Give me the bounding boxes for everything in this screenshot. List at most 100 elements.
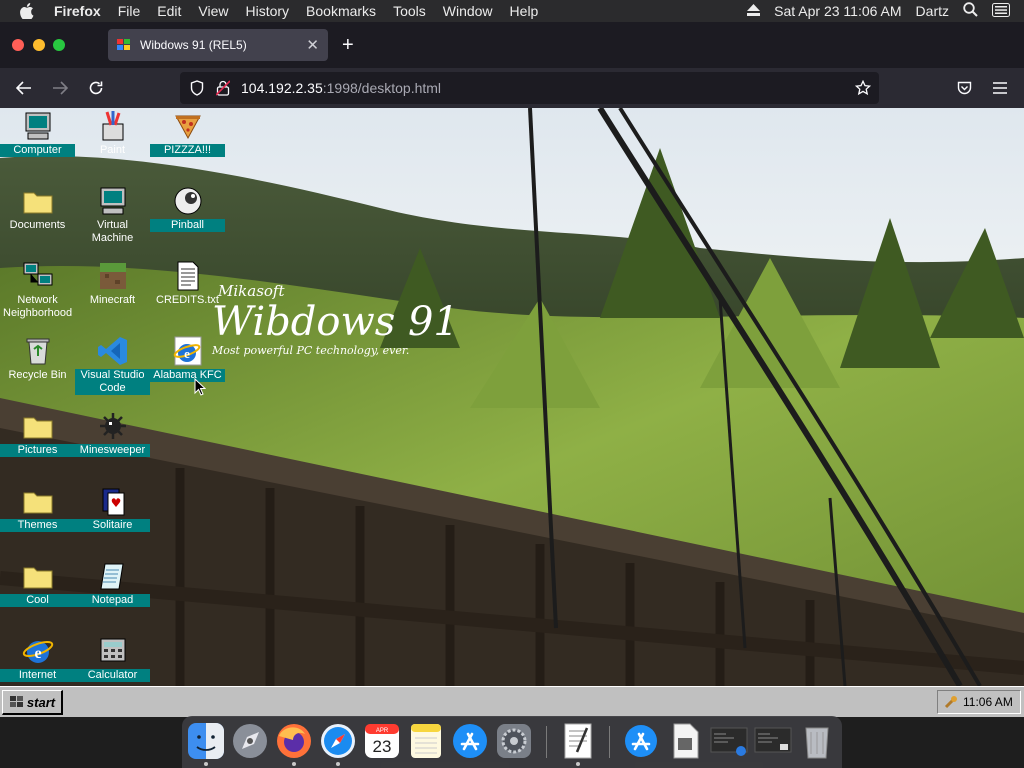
- pizza-icon: [174, 115, 201, 140]
- running-indicator: [336, 762, 340, 766]
- svg-text:e: e: [184, 346, 190, 361]
- desktop-icon-label: Minesweeper: [75, 444, 150, 457]
- menu-bookmarks[interactable]: Bookmarks: [306, 3, 376, 19]
- calendar-day: 23: [373, 737, 392, 756]
- desktop-icon-network-neighborhood[interactable]: Network Neighborhood: [0, 260, 75, 320]
- browser-tab-bar: Wibdows 91 (REL5) ✕ +: [0, 22, 1024, 68]
- calendar-month: APR: [376, 728, 389, 734]
- internet-explorer-icon: e: [22, 641, 53, 663]
- desktop-icon-minesweeper[interactable]: Minesweeper: [75, 410, 150, 457]
- folder-icon: [23, 567, 52, 589]
- bookmark-star-icon[interactable]: [855, 80, 871, 96]
- menu-bar-status-area: Sat Apr 23 11:06 AM Dartz: [747, 2, 1024, 20]
- desktop-icon-paint[interactable]: Paint: [75, 110, 150, 157]
- safari-icon[interactable]: [319, 722, 357, 760]
- start-logo-icon: [9, 696, 23, 707]
- desktop-icon-visual-studio-code[interactable]: Visual Studio Code: [75, 335, 150, 395]
- url-bar[interactable]: 104.192.2.35:1998/desktop.html: [180, 72, 879, 104]
- desktop-icon-label: Virtual Machine: [91, 219, 134, 244]
- back-arrow-icon[interactable]: [14, 78, 34, 98]
- textedit-icon[interactable]: [559, 722, 597, 760]
- desktop-icon-themes[interactable]: Themes: [0, 485, 75, 532]
- reload-icon[interactable]: [86, 78, 106, 98]
- vscode-icon: [97, 337, 127, 365]
- menu-bar-user[interactable]: Dartz: [916, 3, 949, 19]
- browser-tab[interactable]: Wibdows 91 (REL5) ✕: [108, 29, 328, 61]
- desktop-icon-label: Paint: [99, 144, 126, 156]
- browser-nav-bar: 104.192.2.35:1998/desktop.html: [0, 68, 1024, 108]
- desktop-icon-label: PIZZZA!!!: [150, 144, 225, 157]
- eject-icon[interactable]: [747, 3, 761, 19]
- calendar-icon[interactable]: APR 23: [363, 722, 401, 760]
- control-center-icon[interactable]: [992, 2, 1010, 20]
- window-maximize-button[interactable]: [53, 39, 65, 51]
- desktop-icon-solitaire[interactable]: ♥ Solitaire: [75, 485, 150, 532]
- menu-edit[interactable]: Edit: [157, 3, 181, 19]
- dock-separator: [546, 726, 547, 758]
- desktop-icon-virtual-machine[interactable]: Virtual Machine: [75, 185, 150, 245]
- desktop-icon-documents[interactable]: Documents: [0, 185, 75, 232]
- desktop-icon-internet[interactable]: e Internet: [0, 635, 75, 682]
- finder-icon[interactable]: [187, 722, 225, 760]
- preview-icon[interactable]: [666, 722, 704, 760]
- desktop-icon-pictures[interactable]: Pictures: [0, 410, 75, 457]
- hamburger-menu-icon[interactable]: [990, 78, 1010, 98]
- start-button[interactable]: start: [2, 690, 63, 715]
- desktop-icon-label: Visual Studio Code: [75, 369, 150, 395]
- url-text: 104.192.2.35:1998/desktop.html: [241, 80, 441, 96]
- app-store-downloads-icon[interactable]: [622, 722, 660, 760]
- brand-tagline: Most powerful PC technology, ever.: [212, 344, 410, 357]
- running-indicator: [576, 762, 580, 766]
- spotlight-search-icon[interactable]: [963, 2, 978, 20]
- window-minimize-button[interactable]: [33, 39, 45, 51]
- trash-icon[interactable]: [798, 722, 836, 760]
- minecraft-icon: [99, 263, 126, 289]
- menu-tools[interactable]: Tools: [393, 3, 426, 19]
- screenshot-window-icon[interactable]: [754, 722, 792, 760]
- menu-window[interactable]: Window: [443, 3, 493, 19]
- paint-icon: [102, 111, 123, 141]
- desktop-icon-pizza[interactable]: PIZZZA!!!: [150, 110, 225, 157]
- dock-separator: [609, 726, 610, 758]
- svg-text:♥: ♥: [110, 496, 121, 510]
- windows-logo-icon: [116, 37, 132, 53]
- menu-history[interactable]: History: [245, 3, 289, 19]
- desktop-icon-minecraft[interactable]: Minecraft: [75, 260, 150, 307]
- tracking-protection-shield-icon[interactable]: [190, 80, 204, 96]
- notes-icon[interactable]: [407, 722, 445, 760]
- apple-menu-icon[interactable]: [20, 3, 40, 19]
- tab-close-icon[interactable]: ✕: [306, 36, 319, 54]
- desktop-icon-label: Solitaire: [75, 519, 150, 532]
- network-icon: [23, 262, 52, 286]
- system-preferences-icon[interactable]: [495, 722, 533, 760]
- desktop-icon-cool[interactable]: Cool: [0, 560, 75, 607]
- desktop-icon-pinball[interactable]: Pinball: [150, 185, 225, 232]
- desktop-icon-recycle-bin[interactable]: Recycle Bin: [0, 335, 75, 382]
- wrench-tray-icon[interactable]: [943, 694, 959, 710]
- desktop-icon-label: Themes: [0, 519, 75, 532]
- app-store-icon[interactable]: [451, 722, 489, 760]
- pocket-icon[interactable]: [954, 78, 974, 98]
- forward-arrow-icon[interactable]: [50, 78, 70, 98]
- taskbar-clock[interactable]: 11:06 AM: [963, 695, 1013, 709]
- desktop-icon-label: Pictures: [0, 444, 75, 457]
- url-host: 104.192.2.35: [241, 80, 323, 96]
- desktop-icon-calculator[interactable]: Calculator: [75, 635, 150, 682]
- insecure-lock-icon[interactable]: [216, 80, 230, 96]
- launchpad-icon[interactable]: [231, 722, 269, 760]
- desktop-icon-computer[interactable]: Computer: [0, 110, 75, 157]
- window-close-button[interactable]: [12, 39, 24, 51]
- desktop-icon-label: Documents: [9, 219, 66, 231]
- menu-view[interactable]: View: [198, 3, 228, 19]
- screenshot-window-icon[interactable]: [710, 722, 748, 760]
- menu-bar-clock[interactable]: Sat Apr 23 11:06 AM: [774, 3, 901, 19]
- mac-dock: APR 23: [182, 716, 842, 768]
- menu-file[interactable]: File: [118, 3, 141, 19]
- running-indicator: [292, 762, 296, 766]
- firefox-icon[interactable]: [275, 722, 313, 760]
- menu-firefox[interactable]: Firefox: [54, 3, 101, 19]
- menu-help[interactable]: Help: [510, 3, 539, 19]
- new-tab-icon[interactable]: +: [342, 35, 354, 55]
- desktop-icon-notepad[interactable]: Notepad: [75, 560, 150, 607]
- wibdows-desktop[interactable]: Computer Documents Network Neighborhood …: [0, 108, 1024, 686]
